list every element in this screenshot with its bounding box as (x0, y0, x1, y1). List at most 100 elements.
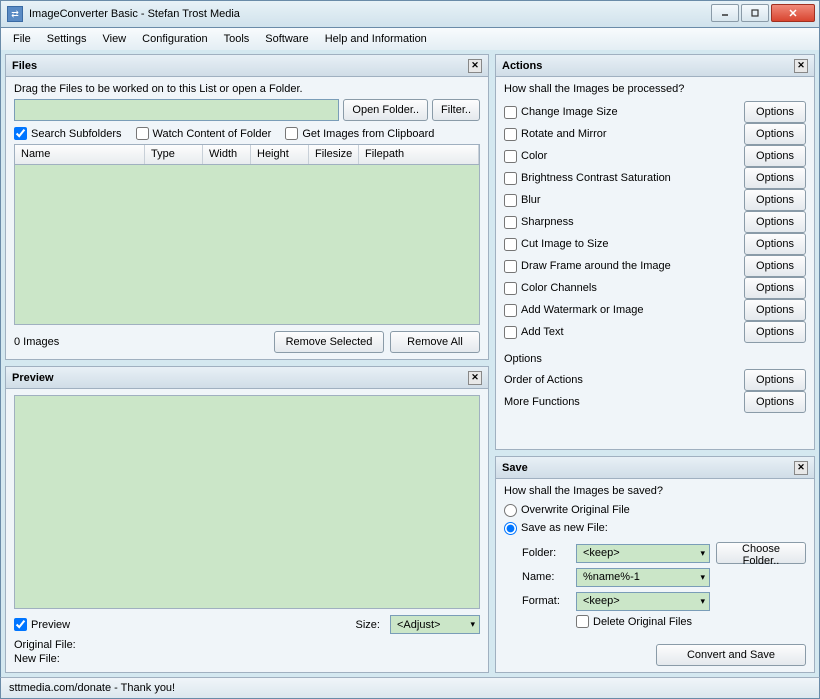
order-options-button[interactable]: Options (744, 369, 806, 391)
action-check-10[interactable]: Add Text (504, 326, 744, 339)
save-question: How shall the Images be saved? (504, 485, 806, 497)
files-table-body[interactable] (15, 165, 479, 324)
format-combo[interactable]: <keep> (576, 592, 710, 611)
col-type[interactable]: Type (145, 145, 203, 164)
convert-save-button[interactable]: Convert and Save (656, 644, 806, 666)
action-check-0[interactable]: Change Image Size (504, 106, 744, 119)
folder-label: Folder: (522, 547, 570, 559)
action-row: Add TextOptions (504, 321, 806, 343)
action-options-button-8[interactable]: Options (744, 277, 806, 299)
actions-question: How shall the Images be processed? (504, 83, 806, 95)
action-row: Draw Frame around the ImageOptions (504, 255, 806, 277)
titlebar: ⇄ ImageConverter Basic - Stefan Trost Me… (0, 0, 820, 28)
action-options-button-3[interactable]: Options (744, 167, 806, 189)
preview-canvas (14, 395, 480, 609)
action-check-7[interactable]: Draw Frame around the Image (504, 260, 744, 273)
action-check-4[interactable]: Blur (504, 194, 744, 207)
actions-panel-title: Actions (502, 60, 794, 72)
save-panel-title: Save (502, 462, 794, 474)
col-name[interactable]: Name (15, 145, 145, 164)
action-row: BlurOptions (504, 189, 806, 211)
action-options-button-6[interactable]: Options (744, 233, 806, 255)
action-options-button-10[interactable]: Options (744, 321, 806, 343)
preview-panel-close-icon[interactable]: ✕ (468, 371, 482, 385)
save-panel: Save ✕ How shall the Images be saved? Ov… (495, 456, 815, 673)
minimize-button[interactable] (711, 4, 739, 22)
preview-check[interactable]: Preview (14, 618, 350, 631)
options-subhead: Options (504, 353, 806, 365)
menubar: File Settings View Configuration Tools S… (0, 28, 820, 50)
get-clipboard-check[interactable]: Get Images from Clipboard (285, 127, 434, 140)
size-label: Size: (356, 619, 380, 631)
search-subfolders-check[interactable]: Search Subfolders (14, 127, 122, 140)
col-height[interactable]: Height (251, 145, 309, 164)
action-check-9[interactable]: Add Watermark or Image (504, 304, 744, 317)
files-drag-hint: Drag the Files to be worked on to this L… (14, 83, 480, 95)
maximize-button[interactable] (741, 4, 769, 22)
status-text: sttmedia.com/donate - Thank you! (9, 682, 811, 694)
format-label: Format: (522, 595, 570, 607)
window-title: ImageConverter Basic - Stefan Trost Medi… (29, 8, 709, 20)
menu-file[interactable]: File (5, 30, 39, 48)
action-row: ColorOptions (504, 145, 806, 167)
action-row: Brightness Contrast SaturationOptions (504, 167, 806, 189)
app-icon: ⇄ (7, 6, 23, 22)
action-check-3[interactable]: Brightness Contrast Saturation (504, 172, 744, 185)
action-check-2[interactable]: Color (504, 150, 744, 163)
size-combo[interactable]: <Adjust> (390, 615, 480, 634)
menu-view[interactable]: View (94, 30, 134, 48)
files-table: Name Type Width Height Filesize Filepath (14, 144, 480, 325)
order-of-actions-label: Order of Actions (504, 374, 744, 386)
col-filepath[interactable]: Filepath (359, 145, 479, 164)
remove-selected-button[interactable]: Remove Selected (274, 331, 384, 353)
action-options-button-9[interactable]: Options (744, 299, 806, 321)
action-options-button-0[interactable]: Options (744, 101, 806, 123)
save-new-radio[interactable]: Save as new File: (504, 519, 806, 537)
files-panel-close-icon[interactable]: ✕ (468, 59, 482, 73)
close-button[interactable] (771, 4, 815, 22)
actions-panel-close-icon[interactable]: ✕ (794, 59, 808, 73)
col-filesize[interactable]: Filesize (309, 145, 359, 164)
menu-tools[interactable]: Tools (216, 30, 258, 48)
open-folder-button[interactable]: Open Folder.. (343, 99, 428, 121)
name-label: Name: (522, 571, 570, 583)
delete-originals-check[interactable]: Delete Original Files (576, 615, 806, 628)
folder-combo[interactable]: <keep> (576, 544, 710, 563)
action-check-6[interactable]: Cut Image to Size (504, 238, 744, 251)
action-row: Cut Image to SizeOptions (504, 233, 806, 255)
files-panel: Files ✕ Drag the Files to be worked on t… (5, 54, 489, 360)
menu-software[interactable]: Software (257, 30, 316, 48)
choose-folder-button[interactable]: Choose Folder.. (716, 542, 806, 564)
files-count: 0 Images (14, 336, 268, 348)
filter-button[interactable]: Filter.. (432, 99, 480, 121)
action-check-5[interactable]: Sharpness (504, 216, 744, 229)
window-controls (709, 4, 815, 24)
action-options-button-7[interactable]: Options (744, 255, 806, 277)
action-check-1[interactable]: Rotate and Mirror (504, 128, 744, 141)
name-combo[interactable]: %name%-1 (576, 568, 710, 587)
col-width[interactable]: Width (203, 145, 251, 164)
menu-settings[interactable]: Settings (39, 30, 95, 48)
action-options-button-4[interactable]: Options (744, 189, 806, 211)
action-options-button-1[interactable]: Options (744, 123, 806, 145)
action-options-button-5[interactable]: Options (744, 211, 806, 233)
statusbar: sttmedia.com/donate - Thank you! (0, 677, 820, 699)
remove-all-button[interactable]: Remove All (390, 331, 480, 353)
action-check-8[interactable]: Color Channels (504, 282, 744, 295)
files-panel-title: Files (12, 60, 468, 72)
menu-help[interactable]: Help and Information (317, 30, 435, 48)
new-file-label: New File: (14, 652, 480, 666)
overwrite-radio[interactable]: Overwrite Original File (504, 501, 806, 519)
actions-panel: Actions ✕ How shall the Images be proces… (495, 54, 815, 450)
menu-configuration[interactable]: Configuration (134, 30, 215, 48)
save-panel-close-icon[interactable]: ✕ (794, 461, 808, 475)
folder-path-input[interactable] (14, 99, 339, 121)
preview-panel: Preview ✕ Preview Size: <Adjust> Origina… (5, 366, 489, 673)
more-functions-label: More Functions (504, 396, 744, 408)
more-options-button[interactable]: Options (744, 391, 806, 413)
action-row: Change Image SizeOptions (504, 101, 806, 123)
action-row: Color ChannelsOptions (504, 277, 806, 299)
watch-content-check[interactable]: Watch Content of Folder (136, 127, 272, 140)
action-options-button-2[interactable]: Options (744, 145, 806, 167)
action-row: Rotate and MirrorOptions (504, 123, 806, 145)
